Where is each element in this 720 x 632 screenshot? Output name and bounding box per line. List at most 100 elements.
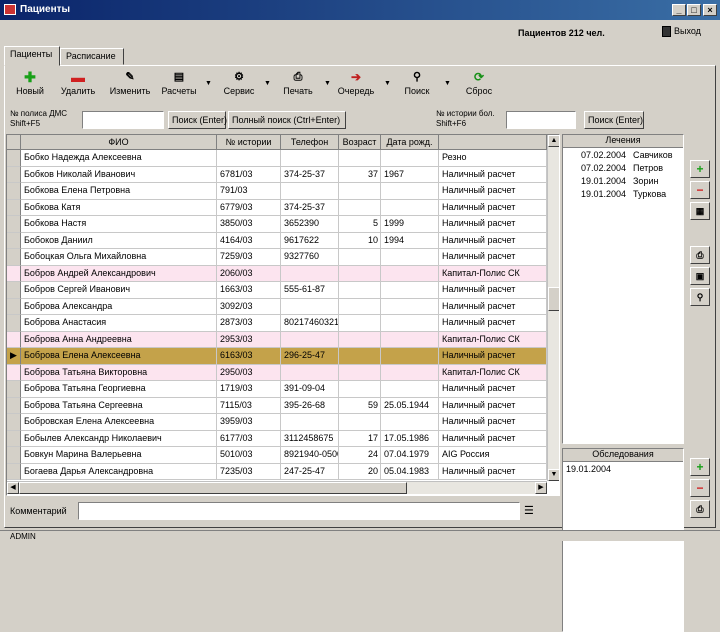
cell-age[interactable]: 10 xyxy=(339,232,381,249)
cell-history[interactable]: 3959/03 xyxy=(217,414,281,431)
cell-dob[interactable] xyxy=(381,183,439,200)
cell-age[interactable] xyxy=(339,150,381,167)
cell-age[interactable] xyxy=(339,331,381,348)
cell-age[interactable] xyxy=(339,348,381,365)
table-row[interactable]: Богаева Дарья Александровна 7235/03 247-25… xyxy=(7,463,547,480)
table-row[interactable]: Боброва Анна Андреевна 2953/03 Капитал-Пол… xyxy=(7,331,547,348)
cell-dob[interactable] xyxy=(381,414,439,431)
cell-dob[interactable]: 1967 xyxy=(381,166,439,183)
visits-list[interactable]: Лечения 07.02.2004 Савчиков 07.02.2004 Петр… xyxy=(562,134,684,444)
table-row[interactable]: Бобровская Елена Алексеевна 3959/03 Наличн… xyxy=(7,414,547,431)
cell-dob[interactable] xyxy=(381,282,439,299)
horizontal-scroll-thumb[interactable] xyxy=(19,482,407,494)
visit-date[interactable]: 19.01.2004 xyxy=(581,175,626,187)
cell-age[interactable] xyxy=(339,183,381,200)
cell-payment[interactable]: Наличный расчет xyxy=(439,183,547,200)
row-indicator[interactable] xyxy=(7,381,21,398)
cell-name[interactable]: Боброва Татьяна Георгиевна xyxy=(21,381,217,398)
cell-payment[interactable]: Наличный расчет xyxy=(439,216,547,233)
column-header-dob[interactable]: Дата рожд. xyxy=(381,135,439,150)
cell-age[interactable] xyxy=(339,265,381,282)
cell-payment[interactable]: Наличный расчет xyxy=(439,249,547,266)
cell-name[interactable]: Бобровская Елена Алексеевна xyxy=(21,414,217,431)
cell-payment[interactable]: Наличный расчет xyxy=(439,430,547,447)
visit-date[interactable]: 19.01.2004 xyxy=(581,188,626,200)
cell-payment[interactable]: Наличный расчет xyxy=(439,232,547,249)
queue-dropdown-arrow[interactable]: ▼ xyxy=(384,80,391,87)
row-indicator[interactable] xyxy=(7,331,21,348)
row-indicator[interactable] xyxy=(7,463,21,480)
print-visit-icon[interactable]: ⎙ xyxy=(690,246,710,264)
cell-history[interactable]: 6163/03 xyxy=(217,348,281,365)
cell-payment[interactable]: Наличный расчет xyxy=(439,199,547,216)
cell-phone[interactable] xyxy=(281,414,339,431)
exit-button[interactable]: Выход xyxy=(662,26,701,38)
cell-dob[interactable] xyxy=(381,381,439,398)
cell-phone[interactable] xyxy=(281,265,339,282)
cell-history[interactable]: 3092/03 xyxy=(217,298,281,315)
table-row[interactable]: Бобров Андрей Александрович 2060/03 Капита… xyxy=(7,265,547,282)
grid-vertical-scrollbar[interactable]: ▲ ▼ xyxy=(547,135,559,481)
current-row-indicator[interactable]: ▶ xyxy=(7,348,21,365)
row-indicator[interactable] xyxy=(7,232,21,249)
cell-dob[interactable] xyxy=(381,315,439,332)
full-search-button[interactable]: Полный поиск (Ctrl+Enter) xyxy=(228,111,346,129)
vertical-scroll-thumb[interactable] xyxy=(548,287,559,311)
cell-phone[interactable] xyxy=(281,183,339,200)
cell-payment[interactable]: Капитал-Полис СК xyxy=(439,265,547,282)
cell-age[interactable] xyxy=(339,315,381,332)
close-button[interactable]: × xyxy=(703,4,717,16)
cell-phone[interactable] xyxy=(281,150,339,167)
print-dropdown-arrow[interactable]: ▼ xyxy=(324,80,331,87)
column-header-payment[interactable] xyxy=(439,135,547,150)
cell-payment[interactable]: Наличный расчет xyxy=(439,348,547,365)
cell-dob[interactable]: 1999 xyxy=(381,216,439,233)
row-indicator[interactable] xyxy=(7,183,21,200)
search-dropdown-arrow[interactable]: ▼ xyxy=(444,80,451,87)
table-row[interactable]: Бобков Николай Иванович 6781/03 374-25-37 3… xyxy=(7,166,547,183)
reset-button[interactable]: ⟳ Сброс xyxy=(462,68,496,102)
cell-dob[interactable] xyxy=(381,331,439,348)
cell-name[interactable]: Бобкова Настя xyxy=(21,216,217,233)
cell-dob[interactable] xyxy=(381,249,439,266)
cell-history[interactable]: 7235/03 xyxy=(217,463,281,480)
cell-phone[interactable]: 80217460321 xyxy=(281,315,339,332)
cell-name[interactable]: Бобкова Елена Петровна xyxy=(21,183,217,200)
row-indicator[interactable] xyxy=(7,150,21,167)
minimize-button[interactable]: _ xyxy=(672,4,686,16)
table-row[interactable]: Боброва Татьяна Викторовна 2950/03 Капитал… xyxy=(7,364,547,381)
tab-schedule[interactable]: Расписание xyxy=(60,48,124,65)
cell-dob[interactable] xyxy=(381,364,439,381)
cell-history[interactable]: 1719/03 xyxy=(217,381,281,398)
cell-history[interactable]: 6779/03 xyxy=(217,199,281,216)
table-row[interactable]: Бовкун Марина Валерьевна 5010/03 8921940-0… xyxy=(7,447,547,464)
visit-doctor[interactable]: Петров xyxy=(633,162,663,174)
cell-dob[interactable] xyxy=(381,298,439,315)
comment-list-icon[interactable]: ☰ xyxy=(524,504,534,517)
row-indicator[interactable] xyxy=(7,282,21,299)
cell-history[interactable]: 2950/03 xyxy=(217,364,281,381)
row-indicator[interactable] xyxy=(7,166,21,183)
add-exam-button[interactable]: + xyxy=(690,458,710,476)
cell-payment[interactable]: Наличный расчет xyxy=(439,315,547,332)
cell-payment[interactable]: Наличный расчет xyxy=(439,463,547,480)
scroll-left-arrow[interactable]: ◀ xyxy=(7,482,19,494)
cell-age[interactable]: 37 xyxy=(339,166,381,183)
table-row[interactable]: Бобров Сергей Иванович 1663/03 555-61-87 На… xyxy=(7,282,547,299)
cell-payment[interactable]: Капитал-Полис СК xyxy=(439,331,547,348)
cell-dob[interactable] xyxy=(381,199,439,216)
table-row[interactable]: Бобкова Настя 3850/03 3652390 5 1999 Наличный… xyxy=(7,216,547,233)
table-row[interactable]: ▶ Боброва Елена Алексеевна 6163/03 296-25-4… xyxy=(7,348,547,365)
scroll-down-arrow[interactable]: ▼ xyxy=(548,469,559,481)
delete-exam-button[interactable]: − xyxy=(690,479,710,497)
cell-age[interactable] xyxy=(339,298,381,315)
comment-input[interactable] xyxy=(78,502,520,520)
cell-name[interactable]: Бобкова Катя xyxy=(21,199,217,216)
cell-phone[interactable]: 3652390 xyxy=(281,216,339,233)
row-indicator[interactable] xyxy=(7,397,21,414)
row-indicator[interactable] xyxy=(7,447,21,464)
cell-payment[interactable]: Резно xyxy=(439,150,547,167)
cell-phone[interactable]: 9327760 xyxy=(281,249,339,266)
grid-horizontal-scrollbar[interactable]: ◀ ▶ xyxy=(7,481,547,494)
history-input[interactable] xyxy=(506,111,576,129)
